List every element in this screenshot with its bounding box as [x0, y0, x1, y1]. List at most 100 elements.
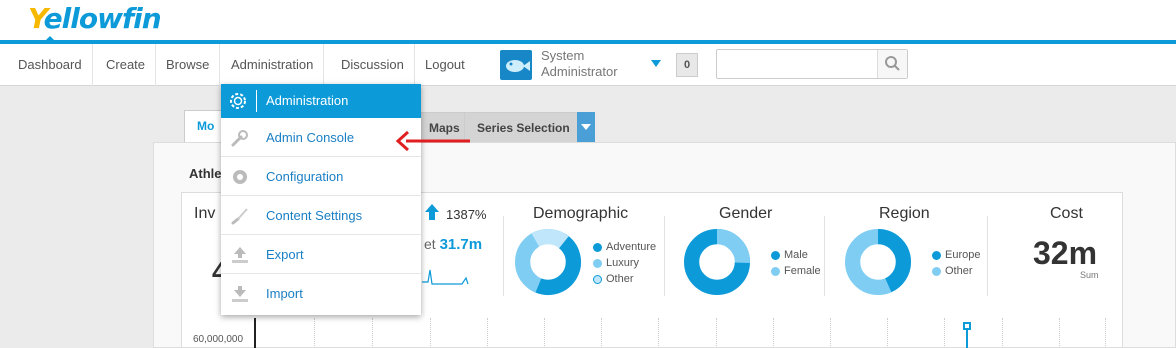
- legend-luxury: Luxury: [606, 257, 640, 269]
- administration-dropdown-menu: Administration Admin Console Configurati…: [221, 84, 421, 315]
- grid-line: [487, 318, 488, 348]
- grid-line: [944, 318, 945, 348]
- menu-item-configuration[interactable]: Configuration: [221, 157, 421, 196]
- target-label: et: [424, 236, 436, 252]
- logo-text: ellowfin: [43, 2, 162, 35]
- search-icon: [885, 56, 900, 71]
- tab-series-selection[interactable]: Series Selection: [464, 112, 583, 142]
- demographic-legend: Adventure Luxury Other: [593, 239, 656, 287]
- kpi-percent: 1387%: [446, 207, 487, 222]
- target-line: et 31.7m: [424, 236, 482, 253]
- legend-other: Other: [606, 273, 634, 285]
- brush-icon: [231, 208, 248, 225]
- legend-other: Other: [945, 265, 973, 277]
- target-value: 31.7m: [439, 236, 483, 253]
- grid-line: [544, 318, 545, 348]
- menu-item-content-settings[interactable]: Content Settings: [221, 196, 421, 235]
- cost-value: 32m: [1033, 235, 1098, 271]
- kpi-divider: [987, 216, 988, 296]
- legend-dot: [593, 258, 602, 268]
- notification-badge[interactable]: 0: [676, 53, 698, 77]
- gender-legend: Male Female: [771, 247, 821, 279]
- user-name-line2: Administrator: [541, 64, 618, 79]
- search-input[interactable]: [717, 50, 877, 78]
- user-menu-chevron-icon[interactable]: [651, 60, 661, 67]
- grid-line: [1002, 318, 1003, 348]
- upload-icon: [232, 247, 248, 263]
- menu-header-label: Administration: [266, 93, 349, 108]
- legend-dot: [593, 242, 602, 252]
- legend-europe: Europe: [945, 249, 981, 261]
- logo-y: Y: [28, 2, 45, 35]
- menu-item-admin-console[interactable]: Admin Console: [221, 118, 421, 157]
- region-title: Region: [879, 205, 930, 222]
- kpi-divider: [503, 216, 504, 296]
- user-avatar[interactable]: [500, 50, 532, 80]
- chart-data-marker[interactable]: [963, 322, 971, 330]
- menu-item-import[interactable]: Import: [221, 274, 421, 313]
- legend-dot: [593, 274, 602, 284]
- top-bar: Yellowfin: [0, 0, 1176, 42]
- search-box: [716, 49, 908, 79]
- grid-line: [372, 318, 373, 348]
- legend-dot: [932, 266, 941, 276]
- nav-administration[interactable]: Administration: [221, 44, 325, 86]
- grid-line: [1105, 318, 1106, 348]
- menu-item-label: Admin Console: [266, 130, 355, 145]
- region-legend: Europe Other: [932, 247, 980, 279]
- demographic-donut-chart[interactable]: [514, 228, 582, 296]
- gear-icon: [233, 170, 247, 184]
- nav-discussion[interactable]: Discussion: [331, 44, 415, 86]
- grid-line: [887, 318, 888, 348]
- legend-female: Female: [784, 265, 821, 277]
- kpi-divider: [664, 216, 665, 296]
- red-annotation-arrow-icon: [395, 130, 470, 152]
- nav-create[interactable]: Create: [96, 44, 157, 86]
- gender-title: Gender: [719, 205, 773, 222]
- wrench-icon: [231, 130, 248, 147]
- user-name-line1: System: [541, 48, 585, 63]
- fish-avatar-icon: [506, 60, 530, 72]
- yellowfin-logo[interactable]: Yellowfin: [28, 2, 162, 35]
- menu-item-label: Export: [266, 247, 304, 262]
- grid-line: [601, 318, 602, 348]
- grid-line: [658, 318, 659, 348]
- legend-male: Male: [784, 249, 808, 261]
- grid-line: [314, 318, 315, 348]
- invested-label: Inv: [194, 205, 216, 222]
- nav-browse[interactable]: Browse: [156, 44, 221, 86]
- cost-title: Cost: [1050, 205, 1083, 222]
- menu-item-export[interactable]: Export: [221, 235, 421, 274]
- legend-adventure: Adventure: [606, 241, 657, 253]
- menu-item-label: Configuration: [266, 169, 344, 184]
- chart-data-line: [966, 330, 968, 348]
- legend-dot: [771, 266, 780, 276]
- user-name[interactable]: System Administrator: [541, 48, 618, 80]
- region-donut-chart[interactable]: [844, 228, 912, 296]
- grid-line: [773, 318, 774, 348]
- y-axis-line: [254, 318, 256, 348]
- demographic-title: Demographic: [533, 205, 629, 222]
- tab-first[interactable]: Mo: [184, 110, 224, 143]
- search-button[interactable]: [877, 50, 907, 78]
- tabs-overflow-chevron-icon[interactable]: [577, 112, 595, 142]
- nav-logout[interactable]: Logout: [415, 44, 475, 86]
- menu-header-divider: [256, 90, 257, 112]
- menu-item-label: Import: [266, 286, 303, 301]
- grid-line: [430, 318, 431, 348]
- kpi-divider: [824, 216, 825, 296]
- nav-dashboard[interactable]: Dashboard: [8, 44, 93, 86]
- legend-dot: [932, 250, 941, 260]
- y-axis-tick-label: 60,000,000: [193, 334, 244, 345]
- grid-line: [716, 318, 717, 348]
- download-icon: [232, 286, 248, 302]
- panel-title: Athle: [189, 166, 222, 181]
- sparkline-chart: [422, 269, 469, 285]
- cost-aggregation: Sum: [1080, 270, 1099, 280]
- gender-donut-chart[interactable]: [683, 228, 751, 296]
- grid-line: [830, 318, 831, 348]
- legend-dot: [771, 250, 780, 260]
- menu-header[interactable]: Administration: [221, 84, 421, 118]
- grid-line: [1059, 318, 1060, 348]
- up-arrow-icon: [425, 204, 439, 220]
